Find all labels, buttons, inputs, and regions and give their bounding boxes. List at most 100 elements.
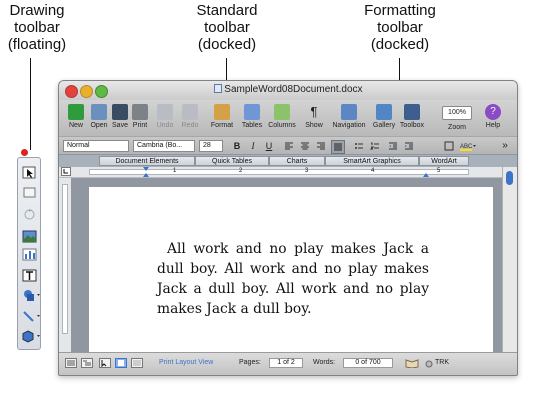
leader-line: [30, 58, 31, 150]
shapes-icon[interactable]: [22, 289, 41, 302]
rectangle-icon[interactable]: [22, 186, 37, 199]
tab-smartart-graphics[interactable]: SmartArt Graphics: [325, 156, 419, 166]
tab-wordart[interactable]: WordArt: [419, 156, 469, 166]
bold-button[interactable]: B: [231, 140, 243, 152]
underline-button[interactable]: U: [263, 140, 275, 152]
ruler-number: 5: [437, 168, 441, 174]
zoom-control[interactable]: 100% Zoom: [437, 104, 477, 131]
style-select[interactable]: Normal: [63, 140, 129, 152]
open-label: Open: [90, 122, 108, 129]
callout-line: Formatting: [364, 2, 436, 19]
callout-line: (docked): [197, 36, 257, 53]
show-label: Show: [305, 122, 323, 129]
undo-button[interactable]: Undo: [154, 104, 176, 129]
elements-gallery-tabs: Document Elements Quick Tables Charts Sm…: [59, 154, 517, 167]
close-icon[interactable]: [21, 149, 28, 156]
outline-view-icon[interactable]: [81, 358, 93, 368]
align-right-icon[interactable]: [315, 140, 327, 152]
print-layout-view-icon[interactable]: [115, 358, 127, 368]
3d-shape-icon[interactable]: [22, 330, 41, 343]
drawing-toolbar[interactable]: [17, 149, 41, 350]
navigation-label: Navigation: [332, 122, 366, 129]
right-indent-marker-icon[interactable]: [422, 167, 430, 177]
pages-value[interactable]: 1 of 2: [269, 358, 303, 368]
tables-button[interactable]: Tables: [239, 104, 265, 129]
italic-button[interactable]: I: [247, 140, 259, 152]
format-label: Format: [210, 122, 234, 129]
increase-indent-icon[interactable]: [403, 140, 415, 152]
line-icon[interactable]: [22, 310, 41, 323]
document-body-text[interactable]: All work and no play makes Jack a dull b…: [157, 239, 429, 319]
publishing-layout-icon[interactable]: [99, 358, 111, 368]
new-document-icon: [68, 104, 84, 120]
callout-drawing-toolbar: Drawing toolbar (floating): [2, 2, 72, 53]
navigation-pane-icon: [341, 104, 357, 120]
document-canvas: All work and no play makes Jack a dull b…: [71, 178, 503, 362]
columns-label: Columns: [268, 122, 296, 129]
track-changes-icon[interactable]: [425, 360, 433, 368]
callout-line: toolbar: [377, 19, 423, 36]
overflow-chevron-icon[interactable]: »: [499, 140, 511, 152]
zoom-label: Zoom: [448, 124, 466, 131]
toolbox-label: Toolbox: [399, 122, 425, 129]
text-box-icon[interactable]: [22, 269, 37, 282]
formatting-toolbar: Normal Cambria (Bo... 28 B I U ABC »: [59, 136, 517, 155]
title-bar[interactable]: SampleWord08Document.docx: [59, 81, 517, 100]
save-disk-icon: [112, 104, 128, 120]
ruler-number: 1: [173, 168, 177, 174]
rotate-icon[interactable]: [22, 208, 37, 221]
notebook-layout-icon[interactable]: [131, 358, 143, 368]
chart-icon[interactable]: [22, 248, 37, 261]
window-title-text: SampleWord08Document.docx: [224, 84, 363, 95]
save-button[interactable]: Save: [110, 104, 130, 129]
new-button[interactable]: New: [64, 104, 88, 129]
status-bar: Print Layout View Pages: 1 of 2 Words: 0…: [59, 352, 517, 375]
tab-charts[interactable]: Charts: [269, 156, 325, 166]
show-button[interactable]: ¶ Show: [302, 104, 326, 129]
columns-button[interactable]: Columns: [266, 104, 298, 129]
left-indent-marker-icon[interactable]: [142, 167, 150, 177]
trk-label[interactable]: TRK: [435, 359, 449, 366]
help-button[interactable]: ? Help: [481, 104, 505, 129]
select-objects-icon[interactable]: [22, 166, 37, 179]
horizontal-ruler[interactable]: 1 2 3 4 5: [59, 167, 517, 178]
tab-document-elements[interactable]: Document Elements: [99, 156, 195, 166]
open-button[interactable]: Open: [88, 104, 110, 129]
picture-icon[interactable]: [22, 230, 37, 243]
callout-standard-toolbar: Standard toolbar (docked): [188, 2, 266, 53]
justify-icon[interactable]: [331, 140, 345, 154]
navigation-button[interactable]: Navigation: [329, 104, 369, 129]
tab-quick-tables[interactable]: Quick Tables: [195, 156, 269, 166]
numbering-icon[interactable]: [369, 140, 381, 152]
font-select[interactable]: Cambria (Bo...: [133, 140, 195, 152]
callout-line: (docked): [370, 36, 430, 53]
redo-button[interactable]: Redo: [179, 104, 201, 129]
format-button[interactable]: Format: [207, 104, 237, 129]
print-button[interactable]: Print: [130, 104, 150, 129]
gallery-button[interactable]: Gallery: [370, 104, 398, 129]
ruler-number: 3: [305, 168, 309, 174]
redo-icon: [182, 104, 198, 120]
words-value[interactable]: 0 of 700: [343, 358, 393, 368]
align-left-icon[interactable]: [283, 140, 295, 152]
draft-view-icon[interactable]: [65, 358, 77, 368]
font-size-select[interactable]: 28: [199, 140, 223, 152]
table-grid-icon: [244, 104, 260, 120]
open-folder-icon: [91, 104, 107, 120]
decrease-indent-icon[interactable]: [387, 140, 399, 152]
zoom-select[interactable]: 100%: [442, 106, 472, 120]
tab-selector-icon[interactable]: [61, 167, 71, 176]
borders-icon[interactable]: [443, 140, 455, 152]
proofing-book-icon[interactable]: [405, 358, 419, 368]
bullets-icon[interactable]: [353, 140, 365, 152]
align-center-icon[interactable]: [299, 140, 311, 152]
printer-icon: [132, 104, 148, 120]
toolbox-button[interactable]: Toolbox: [397, 104, 427, 129]
gallery-icon: [376, 104, 392, 120]
window-title: SampleWord08Document.docx: [59, 84, 517, 95]
vertical-scrollbar[interactable]: [502, 167, 517, 353]
document-page[interactable]: All work and no play makes Jack a dull b…: [89, 187, 493, 362]
highlight-color-icon[interactable]: ABC: [459, 140, 477, 152]
pilcrow-icon: ¶: [310, 104, 318, 119]
scroll-thumb[interactable]: [506, 171, 513, 185]
